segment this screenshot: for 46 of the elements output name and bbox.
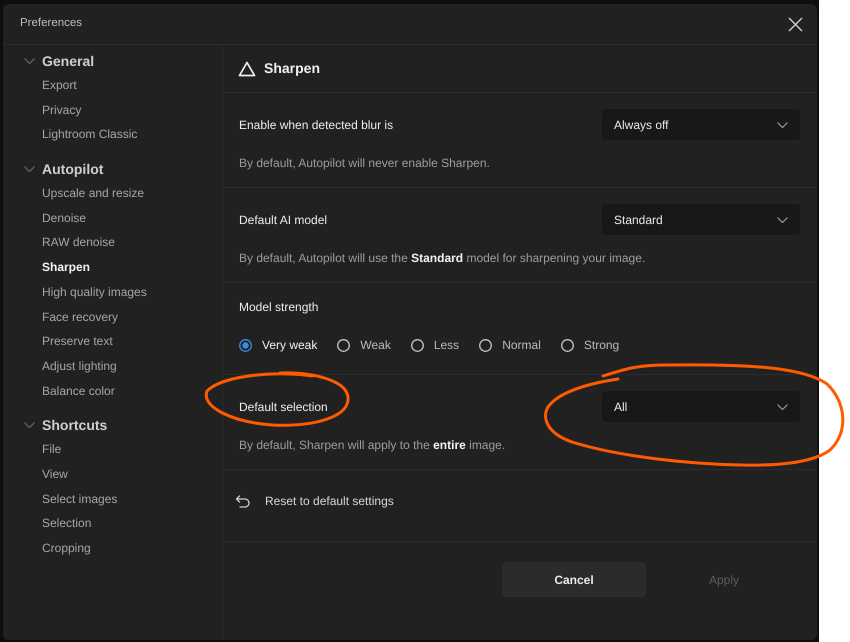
radio-option[interactable]: Less: [410, 337, 460, 353]
sidebar-item[interactable]: Select images: [42, 486, 118, 512]
chevron-down-icon: [777, 122, 788, 128]
sidebar-group-header[interactable]: Shortcuts: [24, 413, 108, 438]
dialog-title: Preferences: [20, 16, 82, 32]
sidebar-item[interactable]: High quality images: [42, 280, 147, 304]
radio-option[interactable]: Weak: [337, 337, 391, 353]
radio-option[interactable]: Very weak: [239, 337, 318, 353]
sidebar-item[interactable]: View: [42, 462, 68, 487]
setting-label: Default AI model: [239, 212, 328, 228]
dropdown[interactable]: Standard: [602, 204, 800, 235]
chevron-down-icon: [777, 216, 788, 222]
close-icon: [788, 16, 803, 32]
dropdown[interactable]: All: [602, 391, 800, 422]
sidebar-item[interactable]: Selection: [42, 511, 92, 536]
triangle-icon: [238, 60, 256, 76]
sidebar-item[interactable]: Cropping: [42, 536, 91, 561]
sidebar-item[interactable]: RAW denoise: [42, 230, 115, 256]
page-title: Sharpen: [264, 59, 320, 78]
cancel-button[interactable]: Cancel: [502, 562, 646, 597]
setting-description: By default, Sharpen will apply to the entire image.: [239, 437, 506, 453]
sidebar-item[interactable]: Lightroom Classic: [42, 122, 138, 148]
sidebar-item[interactable]: File: [42, 437, 62, 462]
sidebar-group-header[interactable]: General: [24, 49, 94, 73]
sidebar-item[interactable]: Export: [42, 73, 77, 98]
close-button[interactable]: [788, 16, 803, 32]
radio-option[interactable]: Normal: [479, 337, 541, 353]
sidebar-item[interactable]: Denoise: [42, 206, 86, 230]
setting-label: Model strength: [239, 299, 318, 315]
setting-label: Default selection: [239, 398, 328, 414]
setting-description: By default, Autopilot will never enable Sharpen.: [239, 155, 491, 171]
setting-label: Enable when detected blur is: [239, 116, 394, 132]
setting-description: By default, Autopilot will use the Standard model for sharpening your image.: [239, 250, 646, 266]
undo-icon: [235, 494, 250, 508]
sidebar-item[interactable]: Preserve text: [42, 329, 113, 354]
radio-option[interactable]: Strong: [560, 337, 620, 353]
sidebar-item[interactable]: Balance color: [42, 378, 115, 404]
sidebar-item[interactable]: Upscale and resize: [42, 181, 144, 206]
sidebar-item[interactable]: Sharpen: [42, 255, 90, 280]
sidebar-item[interactable]: Privacy: [42, 98, 82, 122]
sidebar-item[interactable]: Adjust lighting: [42, 354, 117, 379]
sidebar-group-header[interactable]: Autopilot: [24, 157, 104, 182]
chevron-down-icon: [777, 404, 788, 410]
sidebar-item[interactable]: Face recovery: [42, 304, 118, 330]
reset-button[interactable]: Reset to default settings: [235, 493, 394, 509]
dropdown[interactable]: Always off: [602, 109, 800, 140]
